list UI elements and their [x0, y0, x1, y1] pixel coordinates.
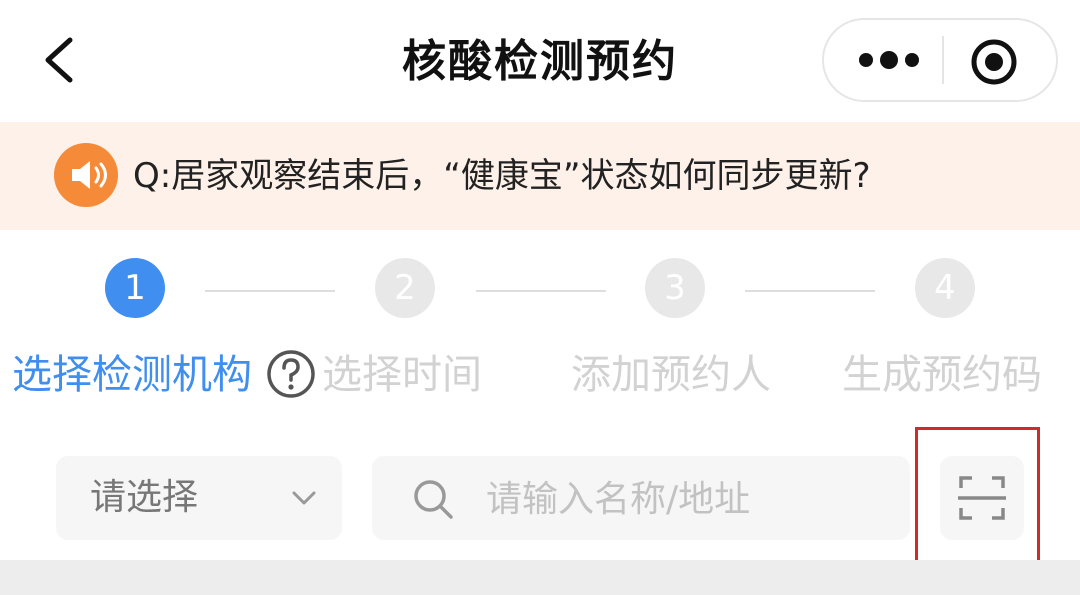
nav-bar: 核酸检测预约	[0, 0, 1080, 122]
step-connector	[205, 290, 335, 292]
more-dots-icon	[859, 51, 919, 69]
content-divider	[0, 560, 1080, 595]
step-connector	[476, 290, 606, 292]
mini-program-capsule	[822, 18, 1058, 102]
step-connector	[745, 290, 875, 292]
notice-banner[interactable]: Q:居家观察结束后，“健康宝”状态如何同步更新?	[0, 122, 1080, 230]
step-4-circle: 4	[915, 258, 975, 318]
chevron-down-icon	[292, 491, 316, 505]
close-button[interactable]	[964, 32, 1024, 92]
search-input[interactable]	[484, 456, 888, 542]
district-select[interactable]: 请选择	[56, 456, 342, 540]
target-close-icon	[971, 39, 1017, 85]
scan-highlight-box	[915, 427, 1040, 565]
step-2-circle: 2	[375, 258, 435, 318]
step-1-circle: 1	[105, 258, 165, 318]
search-box[interactable]	[372, 456, 910, 542]
search-icon	[414, 480, 453, 519]
speaker-icon	[54, 143, 118, 207]
capsule-divider	[942, 36, 944, 84]
notice-text: Q:居家观察结束后，“健康宝”状态如何同步更新?	[133, 156, 871, 196]
step-1-label: 选择检测机构	[12, 352, 252, 398]
step-4-label: 生成预约码	[842, 352, 1042, 398]
step-2-label: 选择时间	[322, 352, 482, 398]
select-value: 请选择	[90, 477, 199, 518]
question-circle-icon[interactable]	[265, 348, 317, 400]
step-3-circle: 3	[645, 258, 705, 318]
more-button[interactable]	[844, 30, 934, 90]
step-3-label: 添加预约人	[571, 352, 771, 398]
